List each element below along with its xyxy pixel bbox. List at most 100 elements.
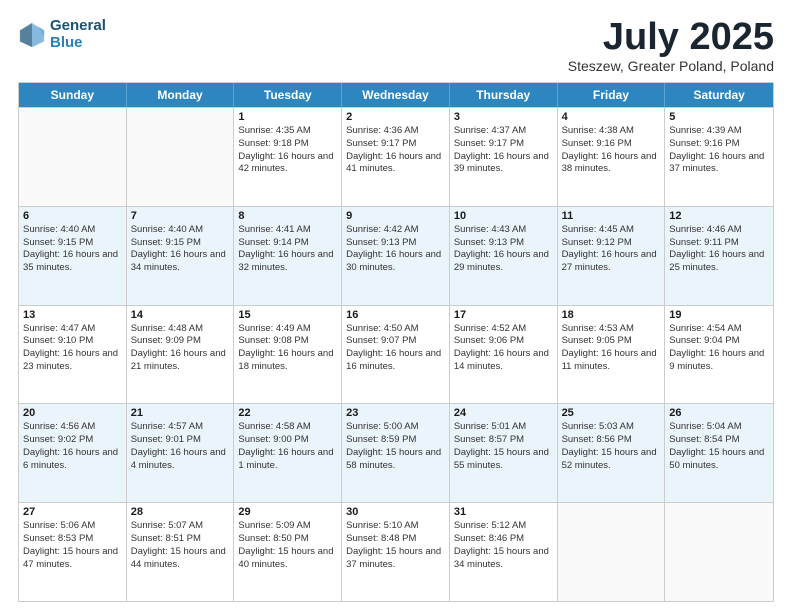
sunrise-text: Sunrise: 4:40 AM [23, 224, 122, 237]
calendar-cell: 4 Sunrise: 4:38 AM Sunset: 9:16 PM Dayli… [558, 108, 666, 206]
daylight-text: Daylight: 15 hours and 47 minutes. [23, 546, 122, 572]
sunrise-text: Sunrise: 5:06 AM [23, 520, 122, 533]
day-number: 7 [131, 210, 230, 222]
daylight-text: Daylight: 16 hours and 25 minutes. [669, 249, 769, 275]
calendar-row: 27 Sunrise: 5:06 AM Sunset: 8:53 PM Dayl… [19, 502, 773, 601]
sunrise-text: Sunrise: 4:43 AM [454, 224, 553, 237]
calendar-cell: 26 Sunrise: 5:04 AM Sunset: 8:54 PM Dayl… [665, 404, 773, 502]
weekday-header: Saturday [665, 83, 773, 107]
sunrise-text: Sunrise: 4:47 AM [23, 323, 122, 336]
calendar-cell: 3 Sunrise: 4:37 AM Sunset: 9:17 PM Dayli… [450, 108, 558, 206]
sunrise-text: Sunrise: 4:36 AM [346, 125, 445, 138]
sunset-text: Sunset: 9:13 PM [454, 237, 553, 250]
daylight-text: Daylight: 15 hours and 44 minutes. [131, 546, 230, 572]
sunset-text: Sunset: 9:01 PM [131, 434, 230, 447]
location: Steszew, Greater Poland, Poland [568, 58, 774, 74]
daylight-text: Daylight: 16 hours and 6 minutes. [23, 447, 122, 473]
calendar-cell: 29 Sunrise: 5:09 AM Sunset: 8:50 PM Dayl… [234, 503, 342, 601]
logo-line2: Blue [50, 34, 83, 51]
sunset-text: Sunset: 8:50 PM [238, 533, 337, 546]
daylight-text: Daylight: 16 hours and 41 minutes. [346, 151, 445, 177]
calendar-cell: 7 Sunrise: 4:40 AM Sunset: 9:15 PM Dayli… [127, 207, 235, 305]
weekday-header: Monday [127, 83, 235, 107]
sunset-text: Sunset: 9:06 PM [454, 335, 553, 348]
daylight-text: Daylight: 16 hours and 42 minutes. [238, 151, 337, 177]
sunset-text: Sunset: 9:17 PM [346, 138, 445, 151]
day-number: 4 [562, 111, 661, 123]
daylight-text: Daylight: 16 hours and 32 minutes. [238, 249, 337, 275]
sunset-text: Sunset: 8:53 PM [23, 533, 122, 546]
daylight-text: Daylight: 16 hours and 38 minutes. [562, 151, 661, 177]
calendar-cell: 6 Sunrise: 4:40 AM Sunset: 9:15 PM Dayli… [19, 207, 127, 305]
month-title: July 2025 [568, 18, 774, 56]
daylight-text: Daylight: 16 hours and 34 minutes. [131, 249, 230, 275]
daylight-text: Daylight: 15 hours and 34 minutes. [454, 546, 553, 572]
day-number: 26 [669, 407, 769, 419]
day-number: 23 [346, 407, 445, 419]
calendar-cell: 1 Sunrise: 4:35 AM Sunset: 9:18 PM Dayli… [234, 108, 342, 206]
calendar-cell: 14 Sunrise: 4:48 AM Sunset: 9:09 PM Dayl… [127, 306, 235, 404]
daylight-text: Daylight: 16 hours and 35 minutes. [23, 249, 122, 275]
calendar-cell [558, 503, 666, 601]
title-block: July 2025 Steszew, Greater Poland, Polan… [568, 18, 774, 74]
sunset-text: Sunset: 9:04 PM [669, 335, 769, 348]
day-number: 14 [131, 309, 230, 321]
sunset-text: Sunset: 8:48 PM [346, 533, 445, 546]
day-number: 29 [238, 506, 337, 518]
sunset-text: Sunset: 9:08 PM [238, 335, 337, 348]
calendar-cell: 5 Sunrise: 4:39 AM Sunset: 9:16 PM Dayli… [665, 108, 773, 206]
day-number: 13 [23, 309, 122, 321]
calendar-cell: 10 Sunrise: 4:43 AM Sunset: 9:13 PM Dayl… [450, 207, 558, 305]
calendar-cell: 27 Sunrise: 5:06 AM Sunset: 8:53 PM Dayl… [19, 503, 127, 601]
logo-text: General Blue [50, 18, 106, 51]
sunset-text: Sunset: 9:07 PM [346, 335, 445, 348]
sunset-text: Sunset: 9:13 PM [346, 237, 445, 250]
sunrise-text: Sunrise: 4:38 AM [562, 125, 661, 138]
daylight-text: Daylight: 16 hours and 4 minutes. [131, 447, 230, 473]
weekday-header: Friday [558, 83, 666, 107]
sunset-text: Sunset: 9:12 PM [562, 237, 661, 250]
sunrise-text: Sunrise: 5:00 AM [346, 421, 445, 434]
calendar-cell: 8 Sunrise: 4:41 AM Sunset: 9:14 PM Dayli… [234, 207, 342, 305]
logo: General Blue [18, 18, 106, 51]
sunset-text: Sunset: 9:10 PM [23, 335, 122, 348]
weekday-header: Thursday [450, 83, 558, 107]
day-number: 10 [454, 210, 553, 222]
sunrise-text: Sunrise: 5:07 AM [131, 520, 230, 533]
sunrise-text: Sunrise: 5:01 AM [454, 421, 553, 434]
daylight-text: Daylight: 15 hours and 37 minutes. [346, 546, 445, 572]
sunrise-text: Sunrise: 5:03 AM [562, 421, 661, 434]
day-number: 11 [562, 210, 661, 222]
sunset-text: Sunset: 8:56 PM [562, 434, 661, 447]
day-number: 22 [238, 407, 337, 419]
daylight-text: Daylight: 16 hours and 16 minutes. [346, 348, 445, 374]
calendar-cell: 25 Sunrise: 5:03 AM Sunset: 8:56 PM Dayl… [558, 404, 666, 502]
day-number: 9 [346, 210, 445, 222]
calendar-cell: 18 Sunrise: 4:53 AM Sunset: 9:05 PM Dayl… [558, 306, 666, 404]
calendar-cell: 2 Sunrise: 4:36 AM Sunset: 9:17 PM Dayli… [342, 108, 450, 206]
day-number: 1 [238, 111, 337, 123]
sunset-text: Sunset: 9:17 PM [454, 138, 553, 151]
daylight-text: Daylight: 15 hours and 55 minutes. [454, 447, 553, 473]
calendar-cell [127, 108, 235, 206]
daylight-text: Daylight: 16 hours and 30 minutes. [346, 249, 445, 275]
sunrise-text: Sunrise: 4:56 AM [23, 421, 122, 434]
daylight-text: Daylight: 16 hours and 37 minutes. [669, 151, 769, 177]
calendar-cell: 21 Sunrise: 4:57 AM Sunset: 9:01 PM Dayl… [127, 404, 235, 502]
day-number: 30 [346, 506, 445, 518]
sunrise-text: Sunrise: 4:57 AM [131, 421, 230, 434]
daylight-text: Daylight: 16 hours and 39 minutes. [454, 151, 553, 177]
calendar-cell: 19 Sunrise: 4:54 AM Sunset: 9:04 PM Dayl… [665, 306, 773, 404]
sunset-text: Sunset: 9:18 PM [238, 138, 337, 151]
sunrise-text: Sunrise: 4:53 AM [562, 323, 661, 336]
header: General Blue July 2025 Steszew, Greater … [18, 18, 774, 74]
sunrise-text: Sunrise: 4:40 AM [131, 224, 230, 237]
sunset-text: Sunset: 9:16 PM [562, 138, 661, 151]
sunset-text: Sunset: 9:11 PM [669, 237, 769, 250]
sunrise-text: Sunrise: 5:04 AM [669, 421, 769, 434]
sunset-text: Sunset: 9:16 PM [669, 138, 769, 151]
weekday-header: Tuesday [234, 83, 342, 107]
sunrise-text: Sunrise: 4:52 AM [454, 323, 553, 336]
calendar-cell: 17 Sunrise: 4:52 AM Sunset: 9:06 PM Dayl… [450, 306, 558, 404]
sunrise-text: Sunrise: 4:49 AM [238, 323, 337, 336]
